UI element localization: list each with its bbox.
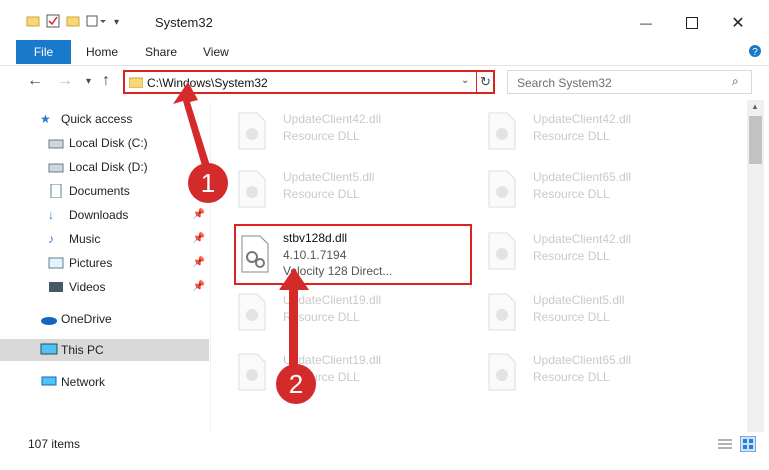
arrow-to-file xyxy=(279,268,309,368)
annotation-arrows xyxy=(173,82,309,368)
step-marker-1: 1 xyxy=(188,163,228,203)
step-marker-2: 2 xyxy=(276,364,316,404)
arrow-to-address-bar xyxy=(173,82,212,176)
